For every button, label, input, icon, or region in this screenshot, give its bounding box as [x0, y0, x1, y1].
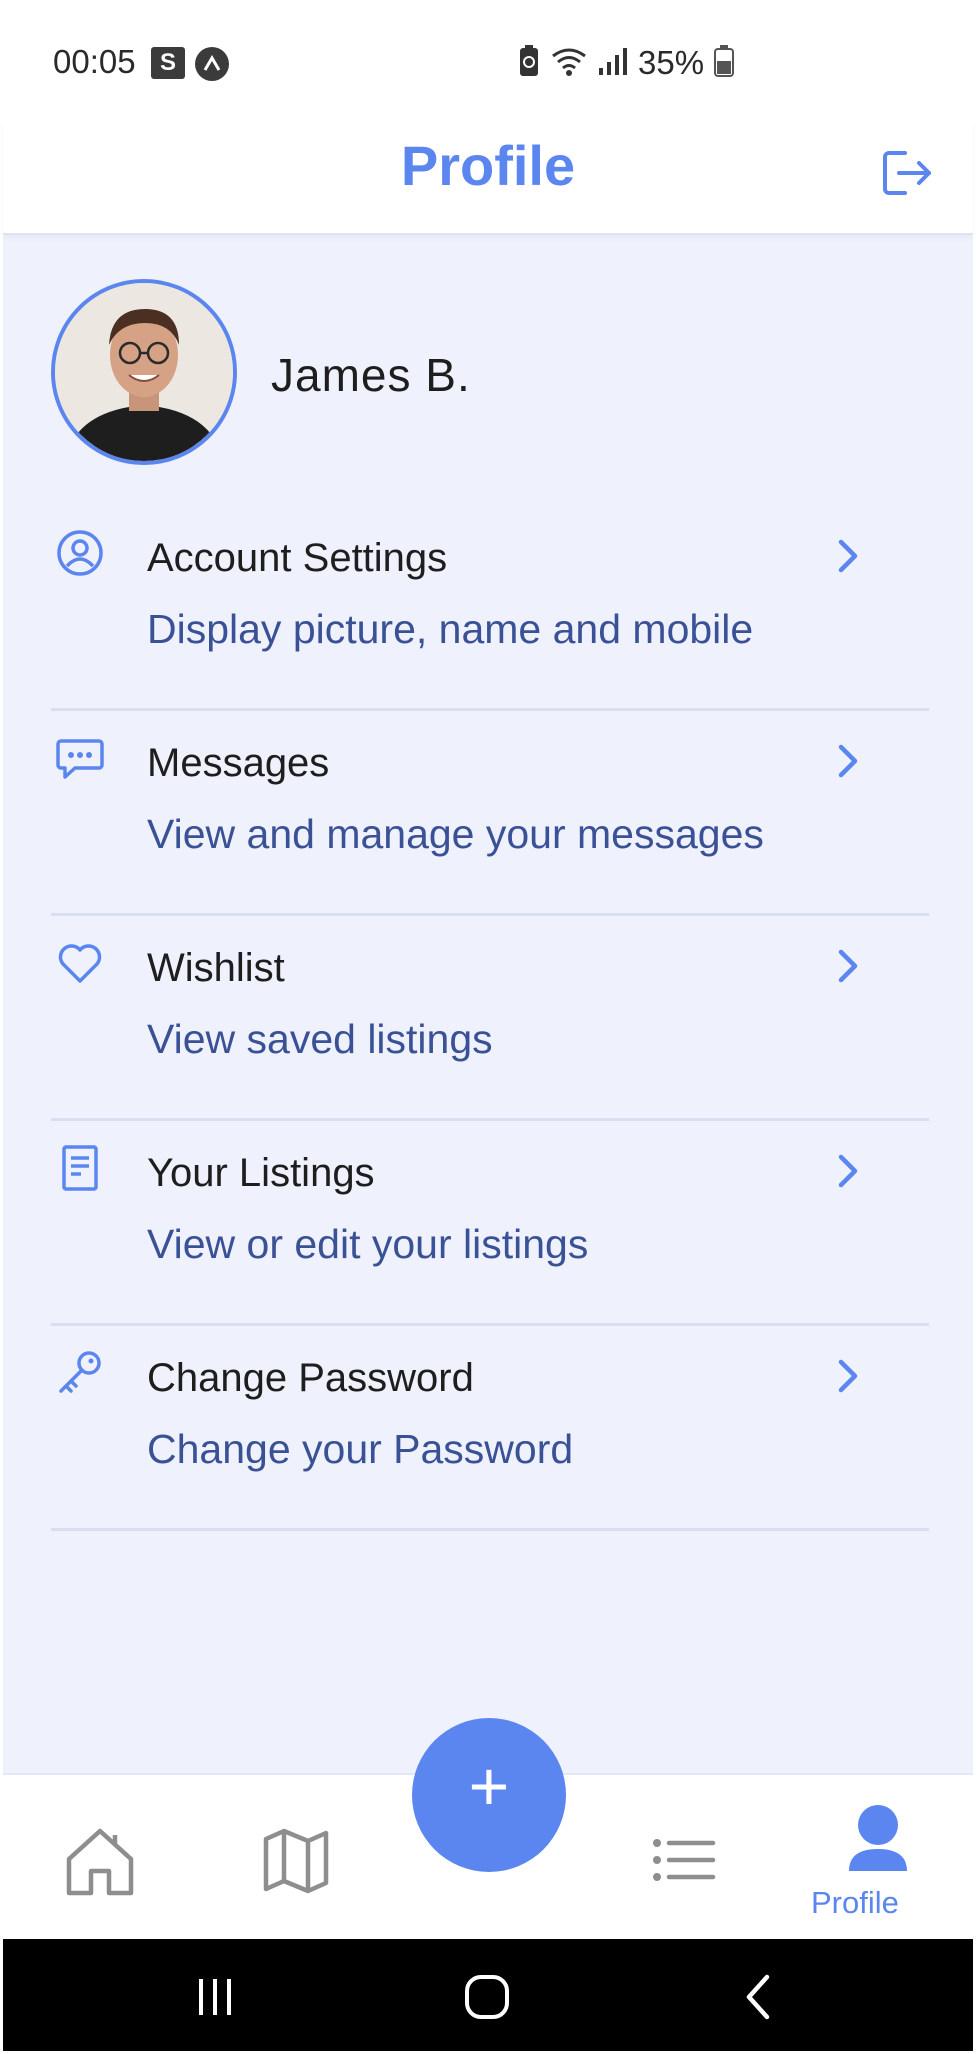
menu-item-subtitle: View or edit your listings — [147, 1221, 589, 1267]
nav-list[interactable] — [639, 1815, 729, 1905]
wifi-icon — [550, 46, 588, 81]
logout-icon — [883, 151, 931, 195]
app-screen: 00:05 S 35% Profile James B. Account Set… — [3, 3, 973, 2051]
signal-icon — [598, 46, 628, 81]
plus-icon: + — [468, 1747, 510, 1825]
home-icon — [66, 1828, 134, 1896]
recent-apps-button[interactable] — [187, 1969, 243, 2025]
system-nav-bar — [3, 1939, 973, 2051]
chevron-right-icon — [838, 744, 858, 778]
s-notification-icon: S — [151, 47, 185, 79]
menu-item-subtitle: Display picture, name and mobile — [147, 606, 754, 652]
page-title: Profile — [400, 134, 576, 197]
avatar-photo — [55, 283, 233, 461]
status-right: 35% — [518, 43, 735, 83]
home-circle-icon — [465, 1975, 509, 2019]
a-notification-icon — [195, 47, 229, 81]
map-icon — [263, 1828, 329, 1894]
menu-item-subtitle: View and manage your messages — [147, 811, 764, 857]
menu-item-wishlist[interactable]: Wishlist View saved listings — [51, 916, 929, 1121]
back-chevron-icon — [746, 1974, 770, 2020]
menu-item-change-password[interactable]: Change Password Change your Password — [51, 1326, 929, 1531]
battery-icon — [714, 44, 735, 82]
battery-percent: 35% — [638, 44, 705, 81]
logout-button[interactable] — [877, 143, 937, 203]
status-time: 00:05 — [53, 43, 136, 80]
user-name: James B. — [271, 349, 471, 401]
recent-apps-icon — [199, 1979, 231, 2015]
app-header: Profile — [3, 121, 973, 235]
nav-map[interactable] — [251, 1815, 341, 1905]
menu-item-title: Your Listings — [147, 1151, 375, 1195]
menu-item-messages[interactable]: Messages View and manage your messages — [51, 711, 929, 916]
chevron-right-icon — [838, 539, 858, 573]
menu-item-title: Change Password — [147, 1356, 474, 1400]
avatar[interactable] — [51, 279, 237, 465]
list-icon — [653, 1839, 716, 1881]
chevron-right-icon — [838, 949, 858, 983]
menu-item-title: Messages — [147, 741, 330, 785]
battery-saver-icon — [518, 44, 540, 83]
home-system-button[interactable] — [459, 1969, 515, 2025]
nav-home[interactable] — [55, 1815, 145, 1905]
key-icon — [59, 1351, 101, 1393]
chevron-right-icon — [838, 1359, 858, 1393]
user-circle-icon — [57, 530, 103, 576]
menu-item-title: Account Settings — [147, 536, 448, 580]
menu-item-account-settings[interactable]: Account Settings Display picture, name a… — [51, 506, 929, 711]
status-bar: 00:05 S 35% — [3, 3, 973, 121]
add-listing-button[interactable]: + — [412, 1718, 566, 1872]
back-button[interactable] — [731, 1969, 787, 2025]
menu-item-title: Wishlist — [147, 946, 285, 990]
menu-item-subtitle: Change your Password — [147, 1426, 574, 1472]
menu-item-subtitle: View saved listings — [147, 1016, 493, 1062]
nav-profile[interactable] — [833, 1795, 923, 1885]
heart-icon — [58, 944, 102, 983]
person-icon — [849, 1805, 907, 1871]
document-icon — [62, 1145, 98, 1191]
menu-item-your-listings[interactable]: Your Listings View or edit your listings — [51, 1121, 929, 1326]
chevron-right-icon — [838, 1154, 858, 1188]
nav-profile-label: Profile — [811, 1885, 899, 1920]
chat-bubble-icon — [56, 739, 104, 779]
